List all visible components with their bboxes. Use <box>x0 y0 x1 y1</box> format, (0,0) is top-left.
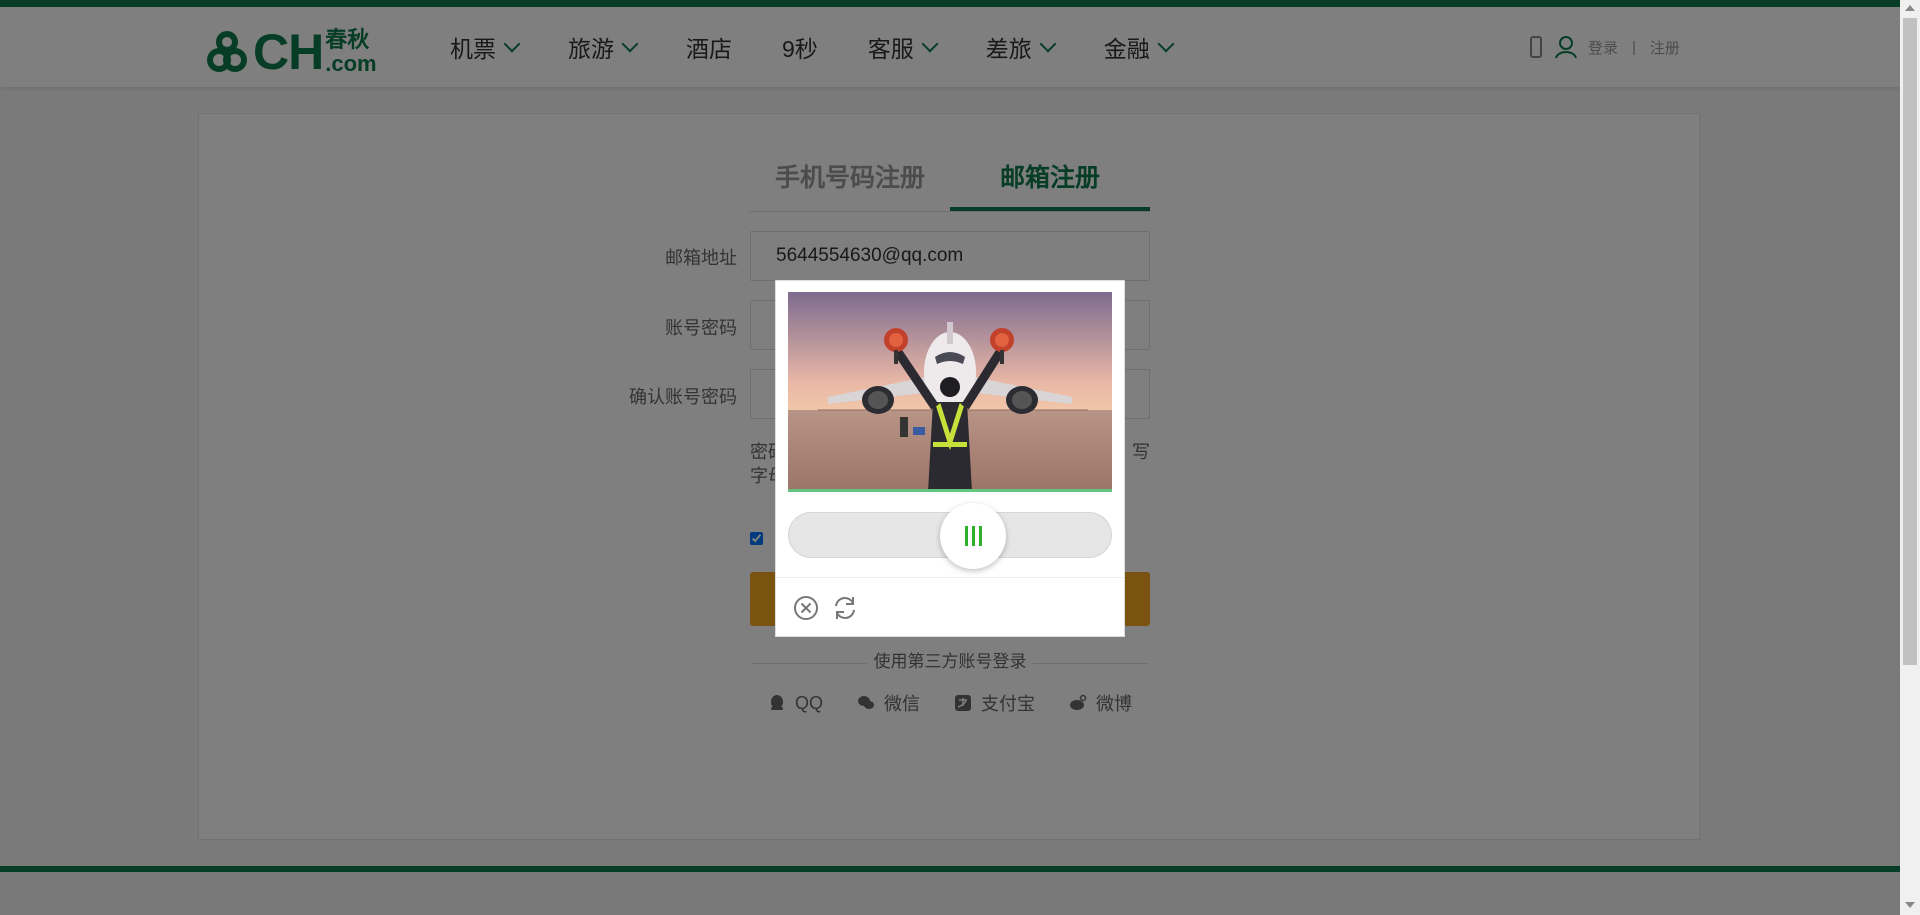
scroll-down-arrow-icon[interactable] <box>1905 902 1915 908</box>
airplane-marshaller-image <box>788 292 1112 492</box>
slider-captcha-dialog <box>775 280 1125 637</box>
close-icon[interactable] <box>793 595 819 621</box>
vertical-scrollbar[interactable] <box>1900 0 1920 915</box>
captcha-image <box>788 292 1112 492</box>
slider-grip-icon <box>964 526 982 546</box>
captcha-divider <box>776 577 1124 578</box>
page: CH 春秋 .com 机票 旅游 酒店 9秒 客服 <box>0 0 1920 915</box>
scroll-up-arrow-icon[interactable] <box>1905 5 1915 11</box>
captcha-image-bar <box>788 489 1112 492</box>
slider-handle[interactable] <box>940 503 1006 569</box>
captcha-tools <box>793 594 871 622</box>
refresh-icon[interactable] <box>831 594 859 622</box>
scrollbar-thumb[interactable] <box>1903 18 1917 665</box>
